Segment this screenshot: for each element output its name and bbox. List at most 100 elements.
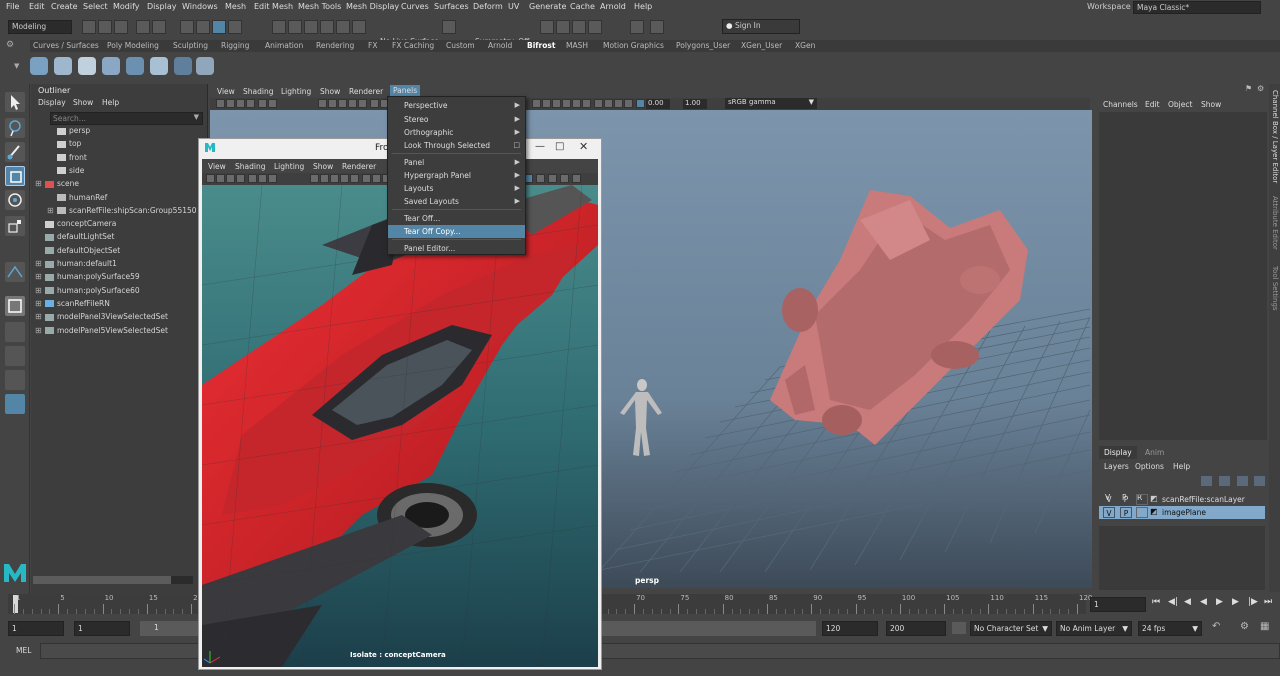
- channelbox-menu-show[interactable]: Show: [1201, 100, 1221, 109]
- shelf-tab-mash[interactable]: MASH: [566, 41, 588, 50]
- menu-help[interactable]: Help: [634, 2, 652, 11]
- maximize-button[interactable]: □: [555, 141, 564, 152]
- shelf-tab-rigging[interactable]: Rigging: [221, 41, 249, 50]
- channelbox-menu-edit[interactable]: Edit: [1145, 100, 1160, 109]
- select-by-component-icon[interactable]: [212, 20, 226, 34]
- panels-menu-layouts[interactable]: Layouts ▶: [388, 182, 525, 195]
- layer-visibility-toggle[interactable]: V: [1103, 494, 1115, 505]
- panels-menu-stereo[interactable]: Stereo ▶: [388, 113, 525, 126]
- field-chart-icon[interactable]: [340, 174, 349, 183]
- shelf-tab-fx-caching[interactable]: FX Caching: [392, 41, 434, 50]
- expand-toggle-icon[interactable]: ⊞: [35, 326, 42, 335]
- wireframe-icon[interactable]: [532, 99, 541, 108]
- shelf-gear-icon[interactable]: ⚙: [6, 40, 20, 52]
- go-to-end-icon[interactable]: ⏭: [1264, 597, 1272, 607]
- gamma-field[interactable]: 1.00: [683, 99, 707, 109]
- dof-icon[interactable]: [624, 99, 633, 108]
- new-scene-icon[interactable]: [82, 20, 96, 34]
- outliner-scrollbar[interactable]: [33, 576, 193, 584]
- backface-icon[interactable]: [604, 99, 613, 108]
- field-chart-icon[interactable]: [358, 99, 367, 108]
- backface-icon[interactable]: [560, 174, 569, 183]
- grid-icon[interactable]: [268, 174, 277, 183]
- menu-deform[interactable]: Deform: [473, 2, 503, 11]
- outliner-item[interactable]: ⊞ human:polySurface60: [35, 286, 140, 299]
- shelf-tab-polygons-user[interactable]: Polygons_User: [676, 41, 730, 50]
- default-material-icon[interactable]: [552, 99, 561, 108]
- expand-toggle-icon[interactable]: ⊞: [47, 206, 54, 215]
- exposure-icon[interactable]: [572, 174, 581, 183]
- undo-icon[interactable]: [136, 20, 150, 34]
- grid-icon[interactable]: [318, 99, 327, 108]
- menu-uv[interactable]: UV: [508, 2, 519, 11]
- snap-view-icon[interactable]: [320, 20, 334, 34]
- shelf-tab-sculpting[interactable]: Sculpting: [173, 41, 208, 50]
- safe-title-icon[interactable]: [362, 174, 371, 183]
- last-tool-icon[interactable]: [5, 296, 25, 316]
- shelf-tab-arnold[interactable]: Arnold: [488, 41, 512, 50]
- image-plane-icon[interactable]: [236, 174, 245, 183]
- single-pane-icon[interactable]: [5, 322, 25, 342]
- tab-tool-settings[interactable]: Tool Settings: [1271, 266, 1279, 311]
- 2d-pan-icon[interactable]: [248, 174, 257, 183]
- panels-menu-saved-layouts[interactable]: Saved Layouts ▶: [388, 195, 525, 208]
- shelf-tab-animation[interactable]: Animation: [265, 41, 303, 50]
- fps-dropdown[interactable]: 24 fps ▼: [1138, 621, 1202, 636]
- xray-icon[interactable]: [582, 99, 591, 108]
- construction-history-icon[interactable]: [442, 20, 456, 34]
- layer-menu-options[interactable]: Options: [1135, 462, 1164, 471]
- viewport-menu-panels[interactable]: Panels: [390, 85, 421, 96]
- layer-visibility-toggle[interactable]: V: [1103, 507, 1115, 518]
- new-layer-icon[interactable]: [1254, 476, 1265, 486]
- signin-button[interactable]: ● Sign In: [722, 19, 800, 34]
- resolution-gate-icon[interactable]: [320, 174, 329, 183]
- menu-mesh[interactable]: Mesh: [225, 2, 246, 11]
- render-settings-icon[interactable]: [572, 20, 586, 34]
- select-by-object-icon[interactable]: [196, 20, 210, 34]
- current-frame-field[interactable]: 1: [1090, 597, 1146, 612]
- shelf-tab-curves-surfaces[interactable]: Curves / Surfaces: [33, 41, 99, 50]
- menu-display[interactable]: Display: [147, 2, 177, 11]
- paint-select-tool-icon[interactable]: [5, 142, 25, 162]
- play-forward-icon[interactable]: ▶: [1216, 597, 1223, 607]
- shelf-tab-rendering[interactable]: Rendering: [316, 41, 354, 50]
- snap-grid-icon[interactable]: [272, 20, 286, 34]
- layer-color-swatch[interactable]: [1136, 494, 1148, 505]
- menu-arnold[interactable]: Arnold: [600, 2, 626, 11]
- bifrost-collider-icon[interactable]: [102, 57, 120, 75]
- playback-start-field[interactable]: 1: [74, 621, 130, 636]
- outliner-item[interactable]: ⊞ human:polySurface59: [35, 272, 140, 285]
- layer-color-swatch[interactable]: [1136, 507, 1148, 518]
- colorspace-dropdown[interactable]: sRGB gamma ▼: [725, 98, 817, 109]
- soft-mod-tool-icon[interactable]: [5, 262, 25, 282]
- expand-toggle-icon[interactable]: ⊞: [35, 259, 42, 268]
- outliner-item[interactable]: defaultLightSet: [45, 232, 114, 245]
- outliner-item[interactable]: ⊞ modelPanel3ViewSelectedSet: [35, 312, 168, 325]
- torn-menu-show[interactable]: Show: [313, 162, 333, 171]
- viewport-menu-show[interactable]: Show: [320, 87, 340, 96]
- isolate-select-icon[interactable]: [636, 99, 645, 108]
- torn-menu-view[interactable]: View: [208, 162, 226, 171]
- outliner-menu-display[interactable]: Display: [38, 98, 66, 107]
- wireframe-icon[interactable]: [372, 174, 381, 183]
- outliner-item[interactable]: ⊞ human:default1: [35, 259, 117, 272]
- textured-icon[interactable]: [562, 99, 571, 108]
- side-by-side-pane-icon[interactable]: [5, 370, 25, 390]
- menu-surfaces[interactable]: Surfaces: [434, 2, 469, 11]
- menu-edit[interactable]: Edit: [29, 2, 45, 11]
- search-dropdown-icon[interactable]: ▼: [194, 113, 199, 121]
- outliner-persp-layout-icon[interactable]: [5, 394, 25, 414]
- outliner-menu-help[interactable]: Help: [102, 98, 119, 107]
- menu-mesh-tools[interactable]: Mesh Tools: [298, 2, 341, 11]
- snap-point-icon[interactable]: [304, 20, 318, 34]
- outliner-item[interactable]: front: [57, 153, 87, 166]
- menu-create[interactable]: Create: [51, 2, 78, 11]
- bifrost-mesh-icon[interactable]: [174, 57, 192, 75]
- panels-menu-tear-off[interactable]: Tear Off...: [388, 212, 525, 225]
- outliner-item[interactable]: conceptCamera: [45, 219, 116, 232]
- panels-menu-tear-off-copy[interactable]: Tear Off Copy...: [388, 225, 525, 238]
- torn-menu-renderer[interactable]: Renderer: [342, 162, 376, 171]
- snap-surface-icon[interactable]: [336, 20, 350, 34]
- shelf-tab-poly-modeling[interactable]: Poly Modeling: [107, 41, 159, 50]
- lasso-tool-icon[interactable]: [5, 118, 25, 138]
